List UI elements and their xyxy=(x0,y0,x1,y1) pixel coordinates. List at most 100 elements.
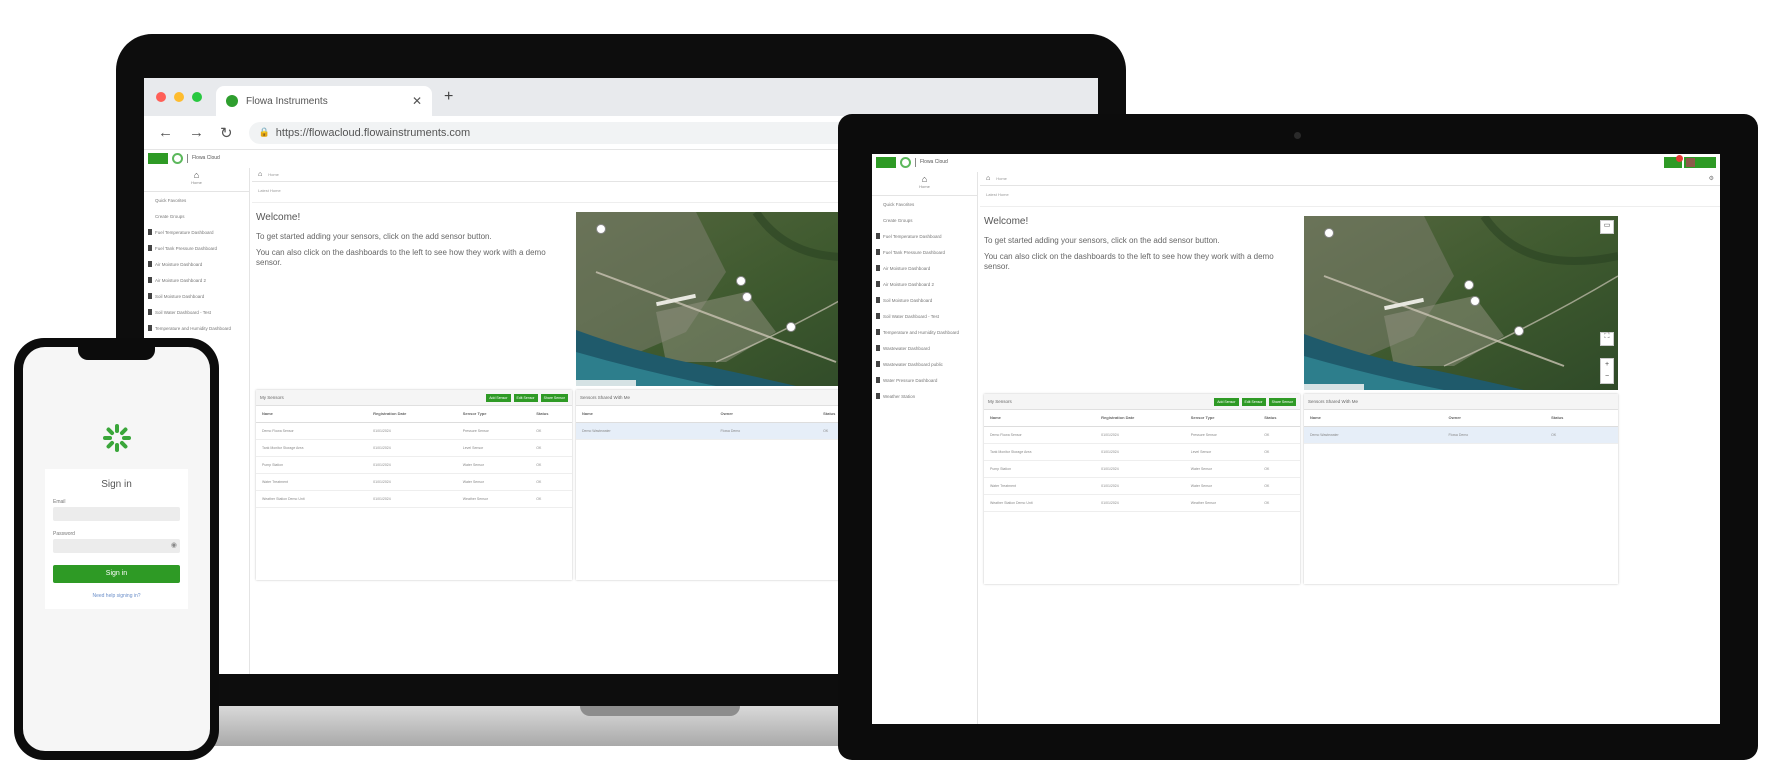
settings-icon[interactable]: ⚙ xyxy=(1709,175,1714,182)
table-row[interactable]: Weather Station Demo Unit 01/01/2024 Weath… xyxy=(256,490,572,508)
sensor-marker[interactable] xyxy=(1464,280,1474,290)
sensor-marker[interactable] xyxy=(742,292,752,302)
new-tab-icon[interactable]: + xyxy=(444,88,453,106)
sidebar-item[interactable]: Fuel Temperature Dashboard xyxy=(872,228,977,244)
sidebar-home-label: Home xyxy=(191,180,202,185)
table-cell: 01/01/2024 xyxy=(367,456,457,474)
reload-icon[interactable]: ↻ xyxy=(220,124,233,142)
sensor-marker[interactable] xyxy=(1324,228,1334,238)
home-icon[interactable]: ⌂ xyxy=(258,171,262,178)
sidebar-home[interactable]: ⌂ Home xyxy=(144,168,249,192)
sidebar-item[interactable]: Air Moisture Dashboard xyxy=(872,260,977,276)
table-cell: OK xyxy=(530,422,572,440)
table-row[interactable]: Pump Station 01/01/2024 Water Sensor OK xyxy=(984,460,1300,478)
sensor-marker[interactable] xyxy=(596,224,606,234)
add-sensor-button[interactable]: Add Sensor xyxy=(486,393,511,402)
column-header[interactable]: Status xyxy=(1258,410,1300,427)
column-header[interactable]: Name xyxy=(576,406,715,423)
sensor-marker[interactable] xyxy=(1514,326,1524,336)
menu-toggle-button[interactable] xyxy=(148,152,168,164)
share-sensor-button[interactable]: Share Sensor xyxy=(540,393,568,402)
minimize-window-icon[interactable] xyxy=(174,92,184,102)
table-cell: Level Sensor xyxy=(1184,443,1259,461)
column-header[interactable]: Owner xyxy=(1442,410,1546,427)
user-menu-button[interactable] xyxy=(1684,157,1716,168)
maximize-window-icon[interactable] xyxy=(192,92,202,102)
dashboard-icon xyxy=(148,309,152,315)
column-header[interactable]: Owner xyxy=(714,406,818,423)
notifications-button[interactable] xyxy=(1664,155,1683,168)
phone-notch xyxy=(78,347,155,360)
table-cell: Weather Sensor xyxy=(1184,494,1259,512)
column-header[interactable]: Name xyxy=(1304,410,1443,427)
table-row[interactable]: Demo Flowa Sensor 01/01/2024 Pressure Sens… xyxy=(256,422,572,440)
table-row[interactable]: Tank Monitor Storage Area 01/01/2024 Level… xyxy=(984,443,1300,461)
tab-close-icon[interactable]: ✕ xyxy=(412,94,422,108)
sidebar-item[interactable]: Air Moisture Dashboard 2 xyxy=(872,276,977,292)
table-row[interactable]: Water Treatment 01/01/2024 Water Sensor OK xyxy=(984,477,1300,495)
dashboard-icon xyxy=(876,265,880,271)
share-sensor-button[interactable]: Share Sensor xyxy=(1268,397,1296,406)
sensor-marker[interactable] xyxy=(1470,296,1480,306)
sidebar-item[interactable]: Wastewater Dashboard public xyxy=(872,356,977,372)
sidebar-home[interactable]: ⌂ Home xyxy=(872,172,977,196)
edit-sensor-button[interactable]: Edit Sensor xyxy=(1241,397,1266,406)
column-header[interactable]: Status xyxy=(1545,410,1618,427)
sidebar-item[interactable]: Wastewater Dashboard xyxy=(872,340,977,356)
table-row[interactable]: Demo Wastewater Flowa Demo OK xyxy=(1304,426,1618,444)
map-layers-icon[interactable]: ▭ xyxy=(1600,220,1614,234)
add-sensor-button[interactable]: Add Sensor xyxy=(1214,397,1239,406)
signin-button[interactable]: Sign in xyxy=(53,565,180,583)
sensor-marker[interactable] xyxy=(736,276,746,286)
menu-toggle-button[interactable] xyxy=(876,156,896,168)
password-field[interactable]: ◉ xyxy=(53,539,180,553)
sidebar-item[interactable]: Temperature and Humidity Dashboard xyxy=(872,324,977,340)
column-header[interactable]: Name xyxy=(984,410,1096,427)
sidebar-item[interactable]: Fuel Tank Pressure Dashboard xyxy=(144,240,249,256)
table-row[interactable]: Water Treatment 01/01/2024 Water Sensor OK xyxy=(256,473,572,491)
table-row[interactable]: Weather Station Demo Unit 01/01/2024 Weath… xyxy=(984,494,1300,512)
panel-header: Sensors Shared With Me xyxy=(1304,394,1618,410)
zoom-control[interactable]: +− xyxy=(1600,358,1614,384)
sidebar-item[interactable]: Create Groups xyxy=(872,212,977,228)
show-password-icon[interactable]: ◉ xyxy=(171,541,177,549)
sidebar-item[interactable]: Quick Favorites xyxy=(872,196,977,212)
browser-tab[interactable]: Flowa Instruments ✕ xyxy=(216,86,432,116)
sidebar-item[interactable]: Soil Water Dashboard - Test xyxy=(872,308,977,324)
forward-icon[interactable]: → xyxy=(189,124,204,141)
table-row[interactable]: Pump Station 01/01/2024 Water Sensor OK xyxy=(256,456,572,474)
column-header[interactable]: Registration Date xyxy=(1095,410,1185,427)
table-row[interactable]: Tank Monitor Storage Area 01/01/2024 Level… xyxy=(256,439,572,457)
sidebar-item[interactable]: Temperature and Humidity Dashboard xyxy=(144,320,249,336)
header-actions xyxy=(1664,155,1716,168)
avatar xyxy=(1686,158,1695,167)
sidebar-item[interactable]: Quick Favorites xyxy=(144,192,249,208)
column-header[interactable]: Status xyxy=(530,406,572,423)
sidebar-item[interactable]: Soil Water Dashboard - Test xyxy=(144,304,249,320)
sensor-marker[interactable] xyxy=(786,322,796,332)
sidebar-item[interactable]: Fuel Temperature Dashboard xyxy=(144,224,249,240)
sidebar-item[interactable]: Fuel Tank Pressure Dashboard xyxy=(872,244,977,260)
fullscreen-icon[interactable]: ⛶ xyxy=(1600,332,1614,346)
edit-sensor-button[interactable]: Edit Sensor xyxy=(513,393,538,402)
sidebar-item[interactable]: Create Groups xyxy=(144,208,249,224)
close-window-icon[interactable] xyxy=(156,92,166,102)
table-row[interactable]: Demo Flowa Sensor 01/01/2024 Pressure Sens… xyxy=(984,426,1300,444)
sidebar-item-label: Fuel Tank Pressure Dashboard xyxy=(883,249,945,255)
column-header[interactable]: Sensor Type xyxy=(1184,410,1259,427)
back-icon[interactable]: ← xyxy=(158,124,173,141)
column-header[interactable]: Sensor Type xyxy=(456,406,531,423)
column-header[interactable]: Name xyxy=(256,406,368,423)
home-icon[interactable]: ⌂ xyxy=(986,175,990,182)
sidebar-item[interactable]: Soil Moisture Dashboard xyxy=(872,292,977,308)
sidebar-item[interactable]: Water Pressure Dashboard xyxy=(872,372,977,388)
sidebar-item[interactable]: Air Moisture Dashboard xyxy=(144,256,249,272)
table-cell: OK xyxy=(530,456,572,474)
email-field[interactable] xyxy=(53,507,180,521)
satellite-map[interactable]: ▭ ⛶ +− xyxy=(1304,216,1618,390)
sidebar-item[interactable]: Soil Moisture Dashboard xyxy=(144,288,249,304)
sidebar-item[interactable]: Weather Station xyxy=(872,388,977,404)
sidebar-item[interactable]: Air Moisture Dashboard 2 xyxy=(144,272,249,288)
column-header[interactable]: Registration Date xyxy=(367,406,457,423)
forgot-password-link[interactable]: Need help signing in? xyxy=(45,593,188,599)
